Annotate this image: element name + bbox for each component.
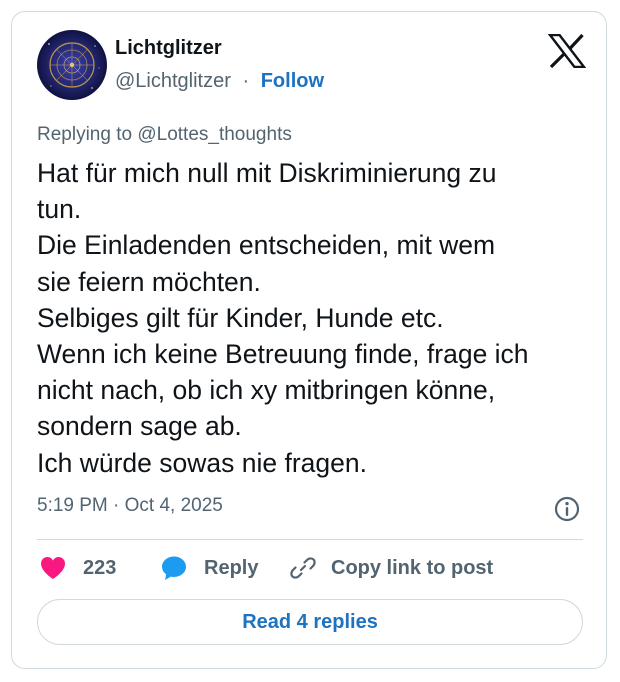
avatar[interactable] — [37, 30, 107, 100]
reply-button[interactable]: Reply — [160, 552, 258, 584]
reply-context-mention[interactable]: @Lottes_thoughts — [137, 124, 292, 145]
tweet-card: Lichtglitzer @Lichtglitzer · Follow Repl… — [11, 11, 607, 669]
tweet-line: Selbiges gilt für Kinder, Hunde etc. — [37, 302, 444, 333]
separator-dot: · — [242, 70, 250, 92]
tweet-line: sondern sage ab. — [37, 411, 242, 442]
tweet-line: tun. — [37, 194, 82, 225]
tweet-text: Hat für mich null mit Diskriminierung zu… — [37, 155, 597, 481]
timestamp-link[interactable]: 5:19 PM · Oct 4, 2025 — [37, 495, 223, 517]
tweet-line: Die Einladenden entscheiden, mit wem — [37, 230, 496, 261]
link-icon — [290, 557, 316, 579]
heart-icon — [41, 557, 65, 579]
tweet-line: nicht nach, ob ich xy mitbringen könne, — [37, 375, 496, 406]
x-logo-icon[interactable] — [547, 33, 587, 69]
copy-link-button[interactable]: Copy link to post — [289, 552, 493, 584]
like-count: 223 — [83, 556, 117, 579]
divider — [37, 539, 583, 540]
reply-label: Reply — [204, 556, 259, 579]
handle-row: @Lichtglitzer · Follow — [115, 70, 324, 93]
display-name[interactable]: Lichtglitzer — [115, 37, 222, 60]
tweet-line: sie feiern möchten. — [37, 266, 261, 297]
tweet-line: Ich würde sowas nie fragen. — [37, 447, 367, 478]
reply-bubble-icon — [162, 556, 186, 580]
starry-clock-avatar-icon — [48, 42, 100, 89]
like-button[interactable]: 223 — [39, 552, 116, 584]
handle[interactable]: @Lichtglitzer — [115, 70, 231, 92]
reply-context: Replying to @Lottes_thoughts — [37, 124, 292, 146]
reply-context-prefix: Replying to — [37, 124, 133, 145]
follow-button[interactable]: Follow — [261, 70, 324, 92]
info-icon[interactable] — [553, 495, 581, 523]
read-replies-button[interactable]: Read 4 replies — [37, 599, 583, 645]
tweet-line: Hat für mich null mit Diskriminierung zu — [37, 158, 497, 188]
copy-link-label: Copy link to post — [331, 556, 494, 579]
tweet-line: Wenn ich keine Betreuung finde, frage ic… — [37, 339, 529, 370]
